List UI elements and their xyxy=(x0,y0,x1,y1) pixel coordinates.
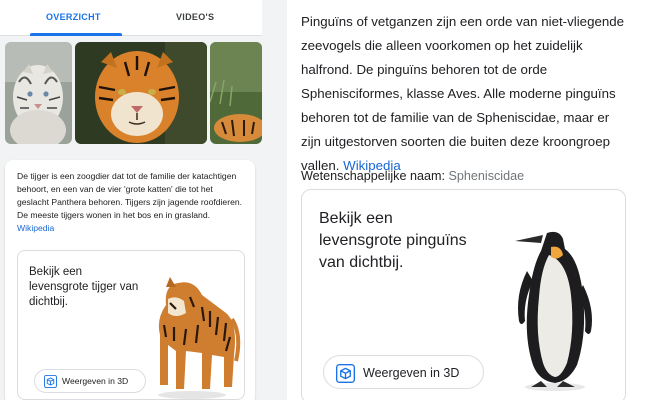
penguin-description: Pinguïns of vetganzen zijn een orde van … xyxy=(301,10,631,178)
penguin-3d-prompt: Bekijk een levensgrote pinguïns van dich… xyxy=(319,210,467,271)
screenshot-stage: OVERZICHT VIDEO'S De tijger is een zoogd… xyxy=(0,0,650,400)
cube-3d-icon xyxy=(44,375,57,388)
tiger-description-text: De tijger is een zoogdier dat tot de fam… xyxy=(17,171,243,220)
tiger-face-image[interactable] xyxy=(75,42,207,144)
tiger-results-panel: OVERZICHT VIDEO'S De tijger is een zoogd… xyxy=(0,0,262,400)
panel-divider xyxy=(262,0,287,400)
cube-3d-icon xyxy=(336,364,355,383)
penguin-results-panel: Pinguïns of vetganzen zijn een orde van … xyxy=(287,0,650,400)
tab-bar: OVERZICHT VIDEO'S xyxy=(0,0,262,36)
view-in-3d-label: Weergeven in 3D xyxy=(363,366,460,380)
scientific-name-value[interactable]: Spheniscidae xyxy=(448,169,524,183)
view-in-3d-button[interactable]: Weergeven in 3D xyxy=(34,369,146,393)
wikipedia-link[interactable]: Wikipedia xyxy=(17,223,54,233)
scientific-name-row: Wetenschappelijke naam: Spheniscidae xyxy=(301,169,524,183)
view-in-3d-button[interactable]: Weergeven in 3D xyxy=(323,355,484,389)
tiger-3d-prompt: Bekijk een levensgrote tijger van dichtb… xyxy=(29,266,139,308)
tiger-description: De tijger is een zoogdier dat tot de fam… xyxy=(17,170,243,235)
tiger-knowledge-card: De tijger is een zoogdier dat tot de fam… xyxy=(5,160,255,400)
scientific-name-label: Wetenschappelijke naam: xyxy=(301,169,445,183)
tab-selected-indicator xyxy=(30,33,122,36)
white-tiger-image[interactable] xyxy=(5,42,72,144)
penguin-3d-card[interactable]: Bekijk een levensgrote pinguïns van dich… xyxy=(301,189,626,400)
tiger-3d-card[interactable]: Bekijk een levensgrote tijger van dichtb… xyxy=(17,250,245,400)
penguin-3d-model-icon[interactable] xyxy=(507,225,602,395)
view-in-3d-label: Weergeven in 3D xyxy=(62,376,129,386)
tab-overzicht[interactable]: OVERZICHT xyxy=(46,12,101,22)
tiger-3d-model-icon[interactable] xyxy=(146,265,242,400)
tiger-in-grass-image[interactable] xyxy=(210,42,262,144)
penguin-description-text: Pinguïns of vetganzen zijn een orde van … xyxy=(301,14,625,173)
tab-videos[interactable]: VIDEO'S xyxy=(176,12,214,22)
